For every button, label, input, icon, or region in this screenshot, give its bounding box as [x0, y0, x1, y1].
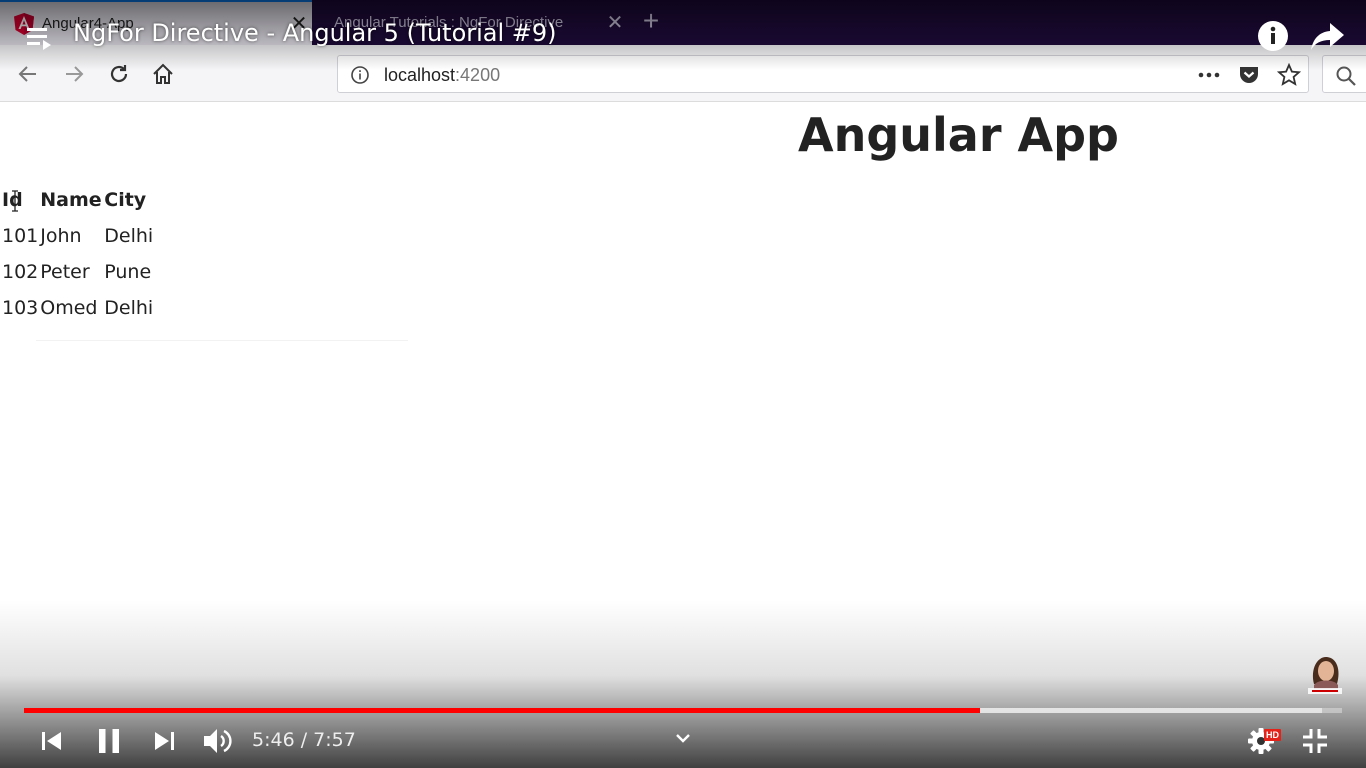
back-button[interactable]: [12, 58, 44, 90]
home-button[interactable]: [147, 58, 179, 90]
reload-button[interactable]: [103, 58, 135, 90]
forward-button[interactable]: [58, 58, 90, 90]
back-arrow-icon: [18, 66, 36, 82]
exit-fullscreen-button[interactable]: [1298, 722, 1332, 760]
url-port: :4200: [455, 65, 501, 85]
search-box[interactable]: [1322, 55, 1366, 93]
cell-name: Omed: [40, 297, 98, 319]
cell-name: John: [40, 225, 82, 247]
url-host: localhost: [384, 65, 456, 85]
column-header-id: Id: [2, 189, 23, 211]
progress-played: [24, 708, 980, 713]
cell-city: Delhi: [104, 297, 154, 319]
chevron-down-icon[interactable]: [670, 726, 696, 750]
new-tab-icon[interactable]: +: [636, 5, 666, 37]
video-title[interactable]: NgFor Directive - Angular 5 (Tutorial #9…: [73, 19, 557, 47]
next-button[interactable]: [148, 722, 182, 760]
cell-city: Pune: [104, 261, 152, 283]
previous-button[interactable]: [34, 722, 68, 760]
playlist-icon[interactable]: [27, 24, 57, 52]
cell-id: 102: [2, 261, 39, 283]
cell-name: Peter: [40, 261, 90, 283]
divider: [36, 340, 408, 341]
site-info-icon[interactable]: [350, 65, 370, 85]
subscribe-watermark[interactable]: [1306, 654, 1344, 696]
table-row: 101 John Delhi: [2, 218, 164, 254]
exit-fullscreen-icon: [1303, 729, 1327, 753]
settings-button[interactable]: [1244, 722, 1278, 760]
column-header-name: Name: [40, 189, 102, 211]
people-table: Id Name City 101 John Delhi 102 Peter Pu…: [2, 182, 164, 326]
close-tab-icon[interactable]: ✕: [602, 10, 628, 35]
volume-icon: [204, 729, 232, 753]
page-actions-icon[interactable]: [1196, 63, 1222, 87]
progress-bar[interactable]: [24, 708, 1342, 713]
page-heading: Angular App: [798, 108, 1119, 162]
table-header-row: Id Name City: [2, 182, 164, 218]
cell-id: 103: [2, 297, 39, 319]
time-display: 5:46 / 7:57: [252, 729, 356, 751]
pause-button[interactable]: [90, 722, 128, 760]
cell-city: Delhi: [104, 225, 154, 247]
url-text: localhost:4200: [384, 65, 500, 86]
skip-next-icon: [155, 732, 174, 750]
share-icon[interactable]: [1310, 20, 1346, 52]
column-header-city: City: [104, 189, 147, 211]
search-icon: [1336, 66, 1356, 86]
pause-icon: [99, 729, 119, 753]
reload-icon: [110, 65, 128, 83]
table-row: 102 Peter Pune: [2, 254, 164, 290]
text-cursor-icon: [12, 190, 18, 212]
pocket-icon[interactable]: [1236, 63, 1262, 87]
browser-nav-bar: localhost:4200: [0, 45, 1366, 102]
home-icon: [153, 63, 173, 84]
cell-id: 101: [2, 225, 39, 247]
volume-button[interactable]: [198, 722, 238, 760]
forward-arrow-icon: [66, 66, 84, 82]
hd-badge: HD: [1264, 729, 1281, 741]
info-icon[interactable]: [1257, 20, 1289, 52]
video-frame: Angular4-App ✕ Angular Tutorials : NgFor…: [0, 0, 1366, 768]
bookmark-star-icon[interactable]: [1276, 63, 1302, 87]
address-bar[interactable]: localhost:4200: [337, 55, 1309, 93]
table-row: 103 Omed Delhi: [2, 290, 164, 326]
skip-previous-icon: [42, 732, 61, 750]
